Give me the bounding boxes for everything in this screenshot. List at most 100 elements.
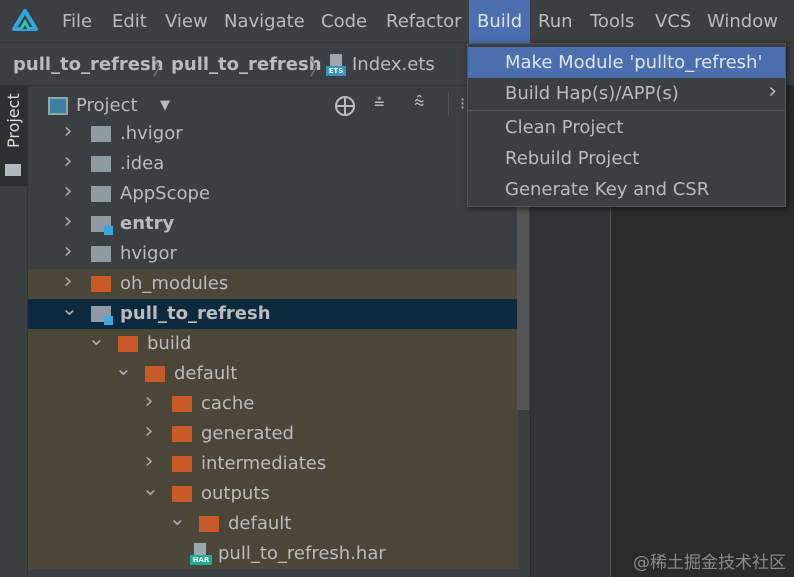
project-panel-header: Project ▼ ⩮ ⩯ ⁝ (28, 86, 530, 118)
tree-item[interactable]: › .idea (28, 149, 518, 179)
tree-item[interactable]: › entry (28, 209, 518, 239)
app-logo-icon (12, 9, 38, 31)
folder-icon (91, 126, 111, 142)
project-view-icon (48, 97, 68, 115)
ets-file-icon: ETS (326, 54, 346, 76)
chevron-right-icon[interactable]: › (61, 177, 75, 207)
folder-icon (91, 156, 111, 172)
build-menu-item[interactable]: Clean Project (468, 112, 785, 143)
folder-icon (91, 276, 111, 292)
menu-separator (468, 110, 785, 111)
chevron-right-icon[interactable]: › (61, 147, 75, 177)
project-panel: Project ▼ ⩮ ⩯ ⁝ › .hvigor › .idea › AppScope ›… (28, 86, 530, 577)
menu-bar: File Edit View Navigate Code Refactor Build Run… (0, 0, 794, 43)
menu-item-label: Make Module 'pullto_refresh' (505, 52, 763, 73)
options-icon[interactable]: ⁝ (460, 94, 465, 113)
tree-item[interactable]: ⌄ build (28, 326, 518, 359)
build-menu-item[interactable]: Make Module 'pullto_refresh' (468, 47, 785, 78)
menu-refactor[interactable]: Refactor (378, 0, 470, 43)
tree-item[interactable]: › cache (28, 389, 518, 419)
tree-item-label: cache (201, 393, 255, 414)
menu-vcs[interactable]: VCS (647, 0, 699, 43)
tree-item-label: .hvigor (120, 123, 183, 144)
chevron-down-icon[interactable]: ⌄ (142, 473, 159, 503)
tree-item[interactable]: › AppScope (28, 179, 518, 209)
menu-run[interactable]: Run (530, 0, 581, 43)
menu-build[interactable]: Build (469, 0, 531, 43)
folder-icon (5, 164, 21, 176)
chevron-down-icon[interactable]: ⌄ (88, 323, 105, 353)
locate-icon[interactable] (335, 96, 355, 116)
chevron-down-icon[interactable]: ▼ (160, 98, 170, 113)
project-view-selector[interactable]: Project (76, 95, 138, 116)
menu-window[interactable]: Window (699, 0, 786, 43)
tree-item[interactable]: › hvigor (28, 239, 518, 269)
tree-item-label: generated (201, 423, 294, 444)
tree-item-label: oh_modules (120, 273, 229, 294)
tree-item-label: outputs (201, 483, 270, 504)
tree-item[interactable]: › generated (28, 419, 518, 449)
tree-item-label: AppScope (120, 183, 210, 204)
folder-icon (91, 306, 113, 325)
chevron-down-icon[interactable]: ⌄ (169, 503, 186, 533)
build-menu-dropdown: Make Module 'pullto_refresh' Build Hap(s)… (467, 43, 786, 207)
tree-item[interactable]: › oh_modules (28, 269, 518, 299)
tree-item-label: default (228, 513, 292, 534)
tree-item[interactable]: › .hvigor (28, 119, 518, 149)
tree-item-label: entry (120, 213, 175, 234)
submenu-arrow-icon: › (768, 79, 777, 104)
menu-file[interactable]: File (54, 0, 100, 43)
build-menu-item[interactable]: Generate Key and CSR (468, 174, 785, 205)
tree-item-label: default (174, 363, 238, 384)
tree-item-label: intermediates (201, 453, 327, 474)
breadcrumb-module[interactable]: pull_to_refresh (171, 54, 322, 75)
build-menu-item[interactable]: Rebuild Project (468, 143, 785, 174)
watermark: @稀土掘金技术社区 (633, 553, 786, 573)
folder-icon (145, 366, 165, 382)
tree-item-label: pull_to_refresh.har (218, 543, 386, 564)
chevron-right-icon[interactable]: › (61, 207, 75, 237)
breadcrumb-file[interactable]: Index.ets (352, 54, 435, 75)
folder-icon (172, 456, 192, 472)
folder-icon (172, 396, 192, 412)
folder-icon (118, 336, 138, 352)
breadcrumb-project[interactable]: pull_to_refresh (13, 54, 164, 75)
chevron-right-icon[interactable]: › (142, 387, 156, 417)
menu-item-label: Clean Project (505, 117, 624, 138)
menu-view[interactable]: View (157, 0, 216, 43)
folder-icon (199, 516, 219, 532)
menu-code[interactable]: Code (313, 0, 375, 43)
menu-navigate[interactable]: Navigate (216, 0, 313, 43)
collapse-all-icon[interactable]: ⩯ (414, 92, 425, 113)
tree-item[interactable]: ⌄ default (28, 356, 518, 389)
tree-item-label: .idea (120, 153, 165, 174)
expand-all-icon[interactable]: ⩮ (374, 92, 385, 113)
tree-item[interactable]: ⌄ outputs (28, 476, 518, 509)
tree-item[interactable]: ⌄ default (28, 506, 518, 539)
folder-icon (91, 186, 111, 202)
menu-item-label: Generate Key and CSR (505, 179, 710, 200)
menu-item-label: Rebuild Project (505, 148, 640, 169)
chevron-down-icon[interactable]: ⌄ (61, 293, 78, 323)
chevron-down-icon[interactable]: ⌄ (115, 353, 132, 383)
project-tool-tab[interactable]: Project (0, 86, 27, 186)
tree-item-label: hvigor (120, 243, 177, 264)
folder-icon (172, 426, 192, 442)
folder-icon (172, 486, 192, 502)
har-file-icon: HAR (190, 543, 212, 565)
tree-item[interactable]: HAR pull_to_refresh.har (28, 539, 518, 569)
chevron-right-icon[interactable]: › (61, 237, 75, 267)
chevron-right-icon[interactable]: › (61, 117, 75, 147)
tree-item-label: pull_to_refresh (120, 303, 271, 324)
folder-icon (91, 246, 111, 262)
build-menu-item[interactable]: Build Hap(s)/APP(s) › (468, 78, 785, 109)
menu-tools[interactable]: Tools (582, 0, 642, 43)
tree-item[interactable]: › intermediates (28, 449, 518, 479)
tool-window-strip: Project (0, 86, 28, 577)
tree-item-label: build (147, 333, 192, 354)
folder-icon (91, 216, 113, 235)
menu-item-label: Build Hap(s)/APP(s) (505, 83, 679, 104)
menu-edit[interactable]: Edit (104, 0, 155, 43)
breadcrumb-separator: 〉 (152, 56, 172, 80)
chevron-right-icon[interactable]: › (142, 417, 156, 447)
